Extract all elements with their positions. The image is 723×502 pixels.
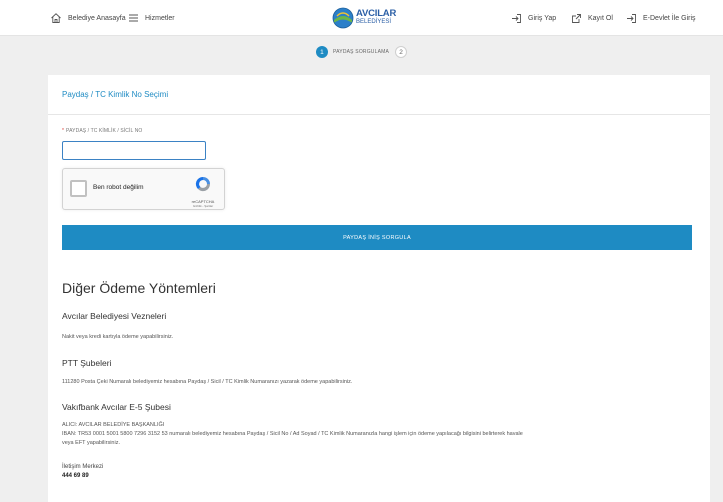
nav-register-label: Kayıt Ol: [588, 14, 613, 22]
step-1-indicator: 1: [315, 46, 328, 58]
top-navbar: Belediye Anasayfa Hizmetler AVCILAR BELE…: [0, 0, 723, 36]
tc-field-label-text: PAYDAŞ / TC KİMLİK / SİCİL NO: [66, 128, 143, 134]
menu-icon: [129, 14, 138, 22]
section-text-cashdesk: Nakit veya kredi kartıyla ödeme yapabili…: [62, 334, 174, 340]
tc-number-input[interactable]: [62, 141, 206, 160]
nav-home-link[interactable]: Belediye Anasayfa: [50, 0, 126, 36]
login-icon: [627, 13, 636, 23]
section-text-vakifbank-iban: IBAN: TR53 0001 5001 5800 7296 3152 53 n…: [62, 431, 523, 437]
login-icon: [512, 13, 521, 23]
recaptcha-icon: [195, 176, 211, 192]
recaptcha-checkbox[interactable]: [70, 180, 87, 197]
progress-stepper: 1 PAYDAŞ SORGULAMA 2: [0, 44, 723, 60]
query-button[interactable]: PAYDAŞ İNİŞ SORGULA: [62, 225, 692, 250]
contact-center-title: İletişim Merkezi: [62, 464, 104, 470]
home-icon: [51, 13, 61, 23]
contact-center-phone[interactable]: 444 69 89: [62, 473, 89, 479]
step-1-label: PAYDAŞ SORGULAMA: [332, 49, 390, 55]
recaptcha-terms-link[interactable]: Gizlilik - Şartlar: [188, 204, 218, 208]
nav-login-label: Giriş Yap: [528, 14, 557, 22]
required-mark: *: [62, 128, 65, 134]
recaptcha-widget: Ben robot değilim reCAPTCHA Gizlilik - Ş…: [62, 168, 225, 210]
other-methods-heading: Diğer Ödeme Yöntemleri: [62, 280, 216, 296]
logo-subtitle: BELEDİYESİ: [356, 19, 392, 25]
external-link-icon: [572, 13, 581, 23]
card-header: Paydaş / TC Kimlik No Seçimi: [48, 75, 710, 115]
tc-field-label: * PAYDAŞ / TC KİMLİK / SİCİL NO: [62, 128, 142, 134]
section-text-ptt: 111280 Posta Çeki Numaralı belediyemiz h…: [62, 379, 353, 385]
form-title: Paydaş / TC Kimlik No Seçimi: [62, 90, 169, 99]
municipality-emblem-icon: [332, 7, 354, 29]
section-title-ptt: PTT Şubeleri: [62, 358, 112, 368]
nav-edevlet-label: E-Devlet İle Giriş: [643, 14, 696, 22]
section-title-vakifbank: Vakıfbank Avcılar E-5 Şubesi: [62, 402, 171, 412]
nav-edevlet-link[interactable]: E-Devlet İle Giriş: [626, 0, 696, 36]
brand-logo[interactable]: AVCILAR BELEDİYESİ: [332, 3, 396, 33]
recaptcha-logo: reCAPTCHA Gizlilik - Şartlar: [188, 175, 218, 208]
section-title-cashdesk: Avcılar Belediyesi Vezneleri: [62, 311, 167, 321]
nav-home-label: Belediye Anasayfa: [68, 14, 126, 22]
nav-login-link[interactable]: Giriş Yap: [511, 0, 556, 36]
section-text-vakifbank-recipient: ALICI: AVCILAR BELEDİYE BAŞKANLIĞI: [62, 422, 165, 428]
nav-register-link[interactable]: Kayıt Ol: [571, 0, 613, 36]
logo-title: AVCILAR: [356, 8, 397, 19]
nav-services-label: Hizmetler: [145, 14, 175, 22]
main-card: Paydaş / TC Kimlik No Seçimi * PAYDAŞ / T…: [48, 75, 710, 502]
section-text-vakifbank-note: veya EFT yapabilirsiniz.: [62, 440, 120, 446]
recaptcha-label: Ben robot değilim: [93, 184, 144, 191]
nav-services-link[interactable]: Hizmetler: [128, 0, 175, 36]
step-2-indicator: 2: [395, 46, 408, 58]
